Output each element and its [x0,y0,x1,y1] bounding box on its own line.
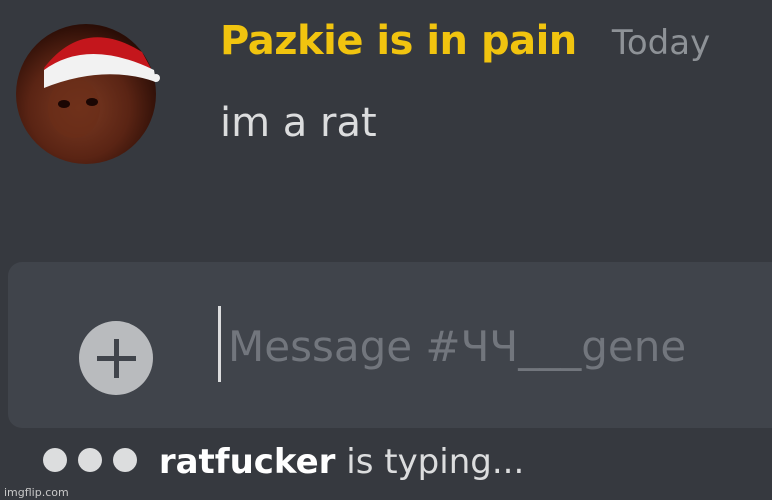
attach-button[interactable] [74,316,158,400]
message-header: Pazkie is in pain Today [220,18,710,64]
typing-username: ratfucker [158,442,336,482]
typing-indicator: ratfucker is typing... [38,442,524,482]
plus-circle-icon [79,321,153,395]
message-input[interactable] [228,308,772,384]
chat-message: Pazkie is in pain Today im a rat [0,0,772,240]
message-timestamp: Today [611,23,711,63]
typing-text: is typing... [346,442,525,482]
message-author[interactable]: Pazkie is in pain [220,18,577,64]
watermark: imgflip.com [4,486,69,499]
message-composer [8,262,772,428]
message-content: im a rat [220,100,377,146]
user-avatar[interactable] [14,8,160,166]
text-caret [218,306,221,382]
typing-dots-icon [38,442,148,478]
